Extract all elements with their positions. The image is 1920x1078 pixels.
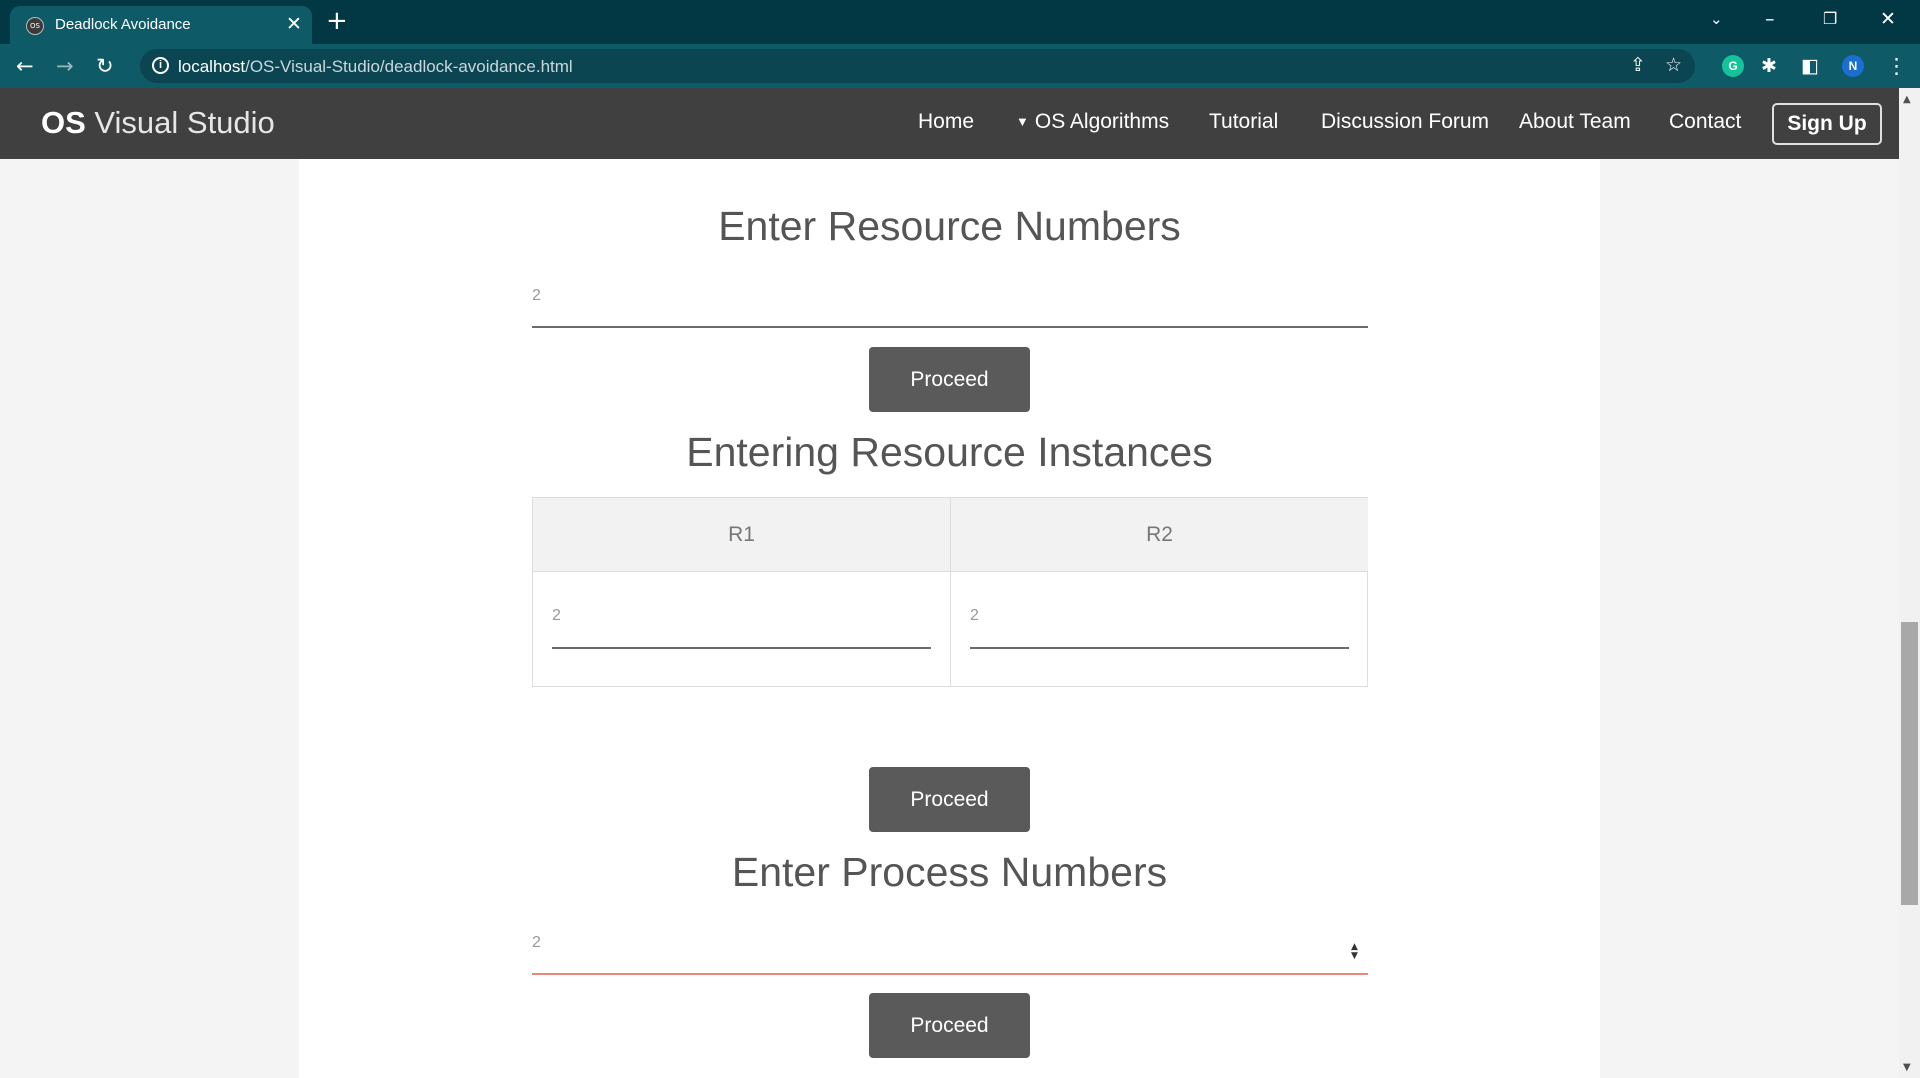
site-brand[interactable]: OS Visual Studio [41,105,275,141]
tab-title: Deadlock Avoidance [55,16,191,33]
scrollbar-thumb[interactable] [1901,622,1918,905]
proceed-button[interactable]: Proceed [869,767,1030,832]
process-numbers-heading: Enter Process Numbers [731,849,1168,895]
forward-icon[interactable]: → [56,53,74,79]
resource-instances-heading: Entering Resource Instances [686,429,1213,475]
proceed-button[interactable]: Proceed [869,347,1030,412]
sign-up-button[interactable]: Sign Up [1772,103,1882,145]
browser-tab[interactable]: OS Deadlock Avoidance ✕ [10,6,312,44]
scroll-down-icon[interactable]: ▼ [1903,1062,1911,1073]
r2-instances-value: 2 [970,607,979,624]
r1-instances-input[interactable]: 2 [552,607,931,649]
r1-instances-value: 2 [552,607,561,624]
process-number-input[interactable]: 2 ▲ ▼ [532,934,1368,975]
resource-number-input[interactable]: 2 [532,287,1368,328]
chevron-down-icon: ▼ [1016,114,1029,129]
nav-os-algorithms[interactable]: ▼ OS Algorithms [1016,110,1169,134]
browser-toolbar: ← → ↻ i localhost/OS-Visual-Studio/deadl… [0,44,1920,88]
r2-instances-input[interactable]: 2 [970,607,1349,649]
proceed-button[interactable]: Proceed [869,993,1030,1058]
resource-number-value: 2 [532,287,541,304]
scroll-up-icon[interactable]: ▲ [1903,94,1911,105]
browser-menu-icon[interactable]: ⋮ [1886,53,1907,79]
table-header-r1: R1 [533,498,950,572]
nav-tutorial[interactable]: Tutorial [1209,110,1278,134]
main-content: Enter Resource Numbers 2 Proceed Enterin… [299,159,1600,1078]
favicon-icon: OS [26,17,44,35]
minimize-icon[interactable]: – [1765,8,1775,30]
bookmark-star-icon[interactable]: ☆ [1665,54,1682,76]
resource-instances-table: R1 R2 2 2 [532,497,1368,687]
table-cell: 2 [533,572,950,686]
reload-icon[interactable]: ↻ [96,53,114,79]
url-text: localhost/OS-Visual-Studio/deadlock-avoi… [178,57,573,76]
profile-avatar[interactable]: N [1842,55,1864,77]
site-navbar: OS Visual Studio Home ▼ OS Algorithms Tut… [0,88,1899,159]
close-window-icon[interactable]: ✕ [1880,8,1896,30]
site-info-icon[interactable]: i [152,57,169,74]
browser-tabstrip: OS Deadlock Avoidance ✕ + ⌄ – ❐ ✕ [0,0,1920,44]
extensions-puzzle-icon[interactable]: ✱ [1761,53,1777,79]
side-panel-icon[interactable]: ◧ [1801,53,1819,79]
table-cell: 2 [951,572,1368,686]
back-icon[interactable]: ← [16,53,34,79]
close-tab-icon[interactable]: ✕ [286,14,302,34]
restore-icon[interactable]: ❐ [1823,8,1837,30]
resource-numbers-heading: Enter Resource Numbers [718,203,1181,249]
number-spinner-icon[interactable]: ▲ ▼ [1347,943,1362,963]
nav-contact[interactable]: Contact [1669,110,1741,134]
nav-discussion-forum[interactable]: Discussion Forum [1321,110,1489,134]
grammarly-extension-icon[interactable]: G [1722,55,1744,77]
page-scrollbar[interactable] [1899,88,1920,1078]
new-tab-icon[interactable]: + [326,7,348,35]
address-bar[interactable]: i localhost/OS-Visual-Studio/deadlock-av… [140,49,1695,83]
nav-home[interactable]: Home [918,110,974,134]
table-header-r2: R2 [951,498,1368,572]
nav-about-team[interactable]: About Team [1519,110,1631,134]
process-number-value: 2 [532,934,541,951]
tab-search-icon[interactable]: ⌄ [1710,8,1723,30]
share-icon[interactable]: ⇪ [1630,54,1646,76]
